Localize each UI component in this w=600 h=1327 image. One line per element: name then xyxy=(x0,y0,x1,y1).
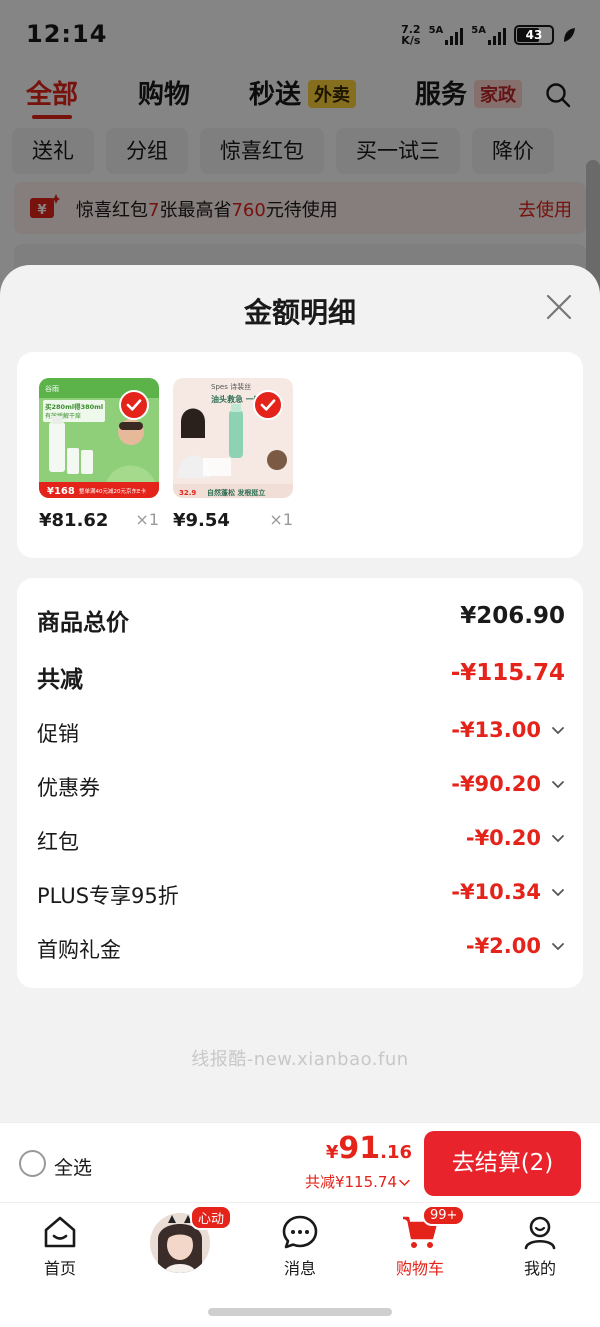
goods-quantity: ×1 xyxy=(269,510,293,529)
discount-value: -¥2.00 xyxy=(465,934,541,958)
product-image: 谷雨 买280ml得380ml 有效缓解干痒 ¥168 整单满40元减20元京东… xyxy=(39,378,159,498)
close-icon[interactable] xyxy=(545,293,573,321)
total-reduction-value: -¥115.74 xyxy=(450,660,565,686)
product-2-footer: 自然蓬松 发根挺立 xyxy=(207,488,265,497)
chevron-down-icon[interactable] xyxy=(551,888,565,898)
tab-home[interactable]: 首页 xyxy=(0,1203,120,1289)
checkout-button[interactable]: 去结算(2) xyxy=(424,1131,581,1196)
product-image: Spes 诗裴丝 油头救急 一喷蓬松 32.9 自然蓬松 发根挺立 xyxy=(173,378,293,498)
tab-label: 我的 xyxy=(523,1259,556,1278)
goods-item[interactable]: Spes 诗裴丝 油头救急 一喷蓬松 32.9 自然蓬松 发根挺立 ¥9.54 … xyxy=(173,378,293,531)
discount-label: PLUS专享95折 xyxy=(37,884,179,908)
discount-row-coupon[interactable]: 优惠券 -¥90.20 xyxy=(37,768,565,804)
total-reduction-row: 共减 -¥115.74 xyxy=(37,658,565,694)
home-icon xyxy=(44,1216,76,1248)
watermark: 线报酷-new.xianbao.fun xyxy=(191,1049,409,1070)
total-reduction-label: 共减 xyxy=(37,667,83,693)
tab-messages[interactable]: 消息 xyxy=(240,1203,360,1289)
product-2-brand: Spes 诗裴丝 xyxy=(211,382,251,391)
total-decimal: .16 xyxy=(380,1142,412,1163)
total-currency: ¥ xyxy=(325,1142,339,1163)
subtotal-label: 商品总价 xyxy=(37,610,129,636)
select-all-label[interactable]: 全选 xyxy=(54,1153,92,1180)
goods-price: ¥9.54 xyxy=(173,510,230,531)
product-1-price: ¥168 xyxy=(47,486,75,497)
checkmark-icon[interactable] xyxy=(253,390,283,420)
tab-profile[interactable]: 我的 xyxy=(480,1203,600,1289)
tab-label: 消息 xyxy=(283,1259,316,1278)
product-1-line1: 买280ml得380ml xyxy=(45,402,103,411)
product-2-price: 32.9 xyxy=(179,489,196,497)
discount-label: 优惠券 xyxy=(37,776,100,800)
discount-value: -¥90.20 xyxy=(451,772,541,796)
badge-heartbeat: 心动 xyxy=(190,1205,233,1230)
chevron-down-icon[interactable] xyxy=(551,726,565,736)
goods-item[interactable]: 谷雨 买280ml得380ml 有效缓解干痒 ¥168 整单满40元减20元京东… xyxy=(39,378,159,531)
sheet-title: 金额明细 xyxy=(243,296,356,329)
chevron-down-icon[interactable] xyxy=(551,834,565,844)
chevron-down-icon xyxy=(399,1179,410,1186)
discount-row-plus[interactable]: PLUS专享95折 -¥10.34 xyxy=(37,876,565,912)
chevron-down-icon[interactable] xyxy=(551,780,565,790)
subtotal-row: 商品总价 ¥206.90 xyxy=(37,601,565,637)
home-indicator xyxy=(208,1308,392,1316)
discount-value: -¥13.00 xyxy=(451,718,541,742)
goods-price: ¥81.62 xyxy=(39,510,109,531)
amount-detail-sheet: 金额明细 谷雨 买280ml得380ml 有效缓解干痒 ¥168 整单满40元减… xyxy=(0,265,600,1125)
total-reduction-toggle[interactable]: 共减¥115.74 xyxy=(305,1171,410,1192)
chevron-down-icon[interactable] xyxy=(551,942,565,952)
discount-row-first-purchase[interactable]: 首购礼金 -¥2.00 xyxy=(37,930,565,966)
discount-value: -¥0.20 xyxy=(465,826,541,850)
product-1-line2: 有效缓解干痒 xyxy=(45,412,81,420)
amount-detail-card: 商品总价 ¥206.90 共减 -¥115.74 促销 -¥13.00 优惠券 … xyxy=(17,578,583,988)
discount-row-promotion[interactable]: 促销 -¥13.00 xyxy=(37,714,565,750)
total-price: ¥91.16 xyxy=(326,1131,412,1166)
tab-cart[interactable]: 99+ 购物车 xyxy=(360,1203,480,1289)
checkmark-icon[interactable] xyxy=(119,390,149,420)
product-1-brand: 谷雨 xyxy=(45,384,59,393)
tab-label: 购物车 xyxy=(395,1259,444,1278)
discount-row-redpacket[interactable]: 红包 -¥0.20 xyxy=(37,822,565,858)
battery-level: 43 xyxy=(525,28,543,42)
discount-label: 促销 xyxy=(37,722,79,746)
discount-value: -¥10.34 xyxy=(451,880,541,904)
total-integer: 91 xyxy=(338,1131,381,1166)
goods-quantity: ×1 xyxy=(135,510,159,529)
message-icon xyxy=(282,1215,318,1249)
checkout-bar: 全选 ¥91.16 共减¥115.74 去结算(2) xyxy=(0,1122,600,1202)
discount-label: 首购礼金 xyxy=(37,938,121,962)
badge-cart-count: 99+ xyxy=(422,1205,466,1226)
tab-heartbeat[interactable]: 心动 xyxy=(120,1203,240,1289)
battery-icon: 43 xyxy=(514,25,554,45)
select-all-checkbox[interactable] xyxy=(19,1150,46,1177)
profile-icon xyxy=(524,1216,556,1250)
total-reduction-text: 共减¥115.74 xyxy=(304,1173,397,1191)
product-1-promo: 整单满40元减20元京东E卡 xyxy=(79,487,146,495)
goods-card: 谷雨 买280ml得380ml 有效缓解干痒 ¥168 整单满40元减20元京东… xyxy=(17,352,583,558)
subtotal-value: ¥206.90 xyxy=(460,603,565,629)
tab-label: 首页 xyxy=(43,1259,76,1278)
discount-label: 红包 xyxy=(37,830,79,854)
